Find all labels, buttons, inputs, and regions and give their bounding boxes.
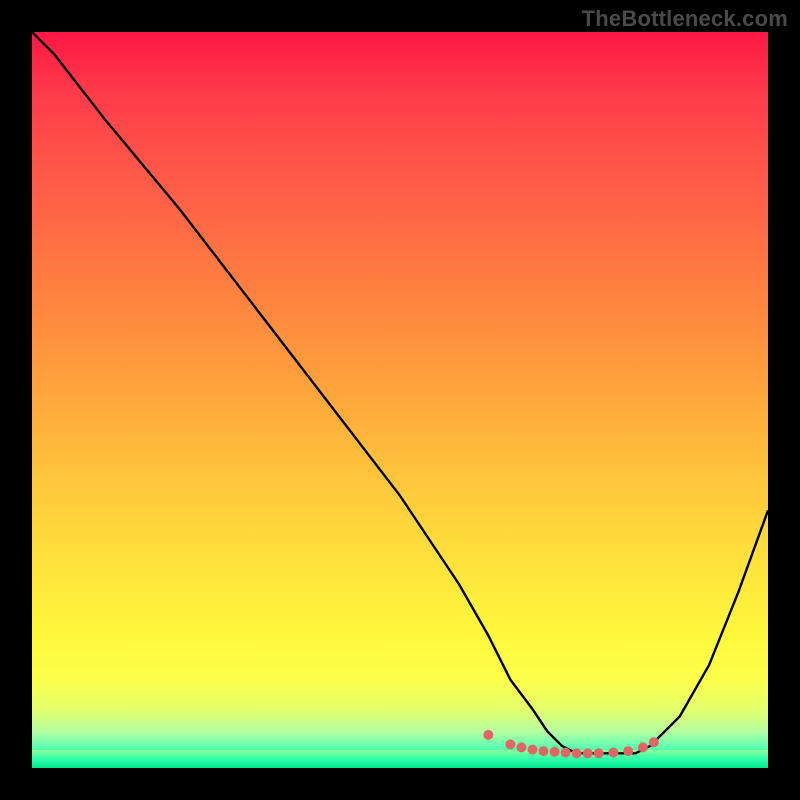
- trough-marker: [638, 742, 648, 752]
- trough-marker: [505, 739, 515, 749]
- trough-marker: [594, 748, 604, 758]
- trough-marker: [572, 748, 582, 758]
- trough-marker: [528, 745, 538, 755]
- trough-marker: [608, 748, 618, 758]
- bottleneck-curve: [32, 32, 768, 753]
- trough-marker: [649, 737, 659, 747]
- trough-marker: [483, 730, 493, 740]
- trough-marker: [583, 748, 593, 758]
- trough-marker: [539, 746, 549, 756]
- trough-marker: [550, 747, 560, 757]
- plot-area: [32, 32, 768, 768]
- chart-svg: [32, 32, 768, 768]
- trough-marker: [516, 742, 526, 752]
- chart-frame: TheBottleneck.com: [0, 0, 800, 800]
- trough-marker: [623, 746, 633, 756]
- trough-marker: [561, 748, 571, 758]
- watermark-text: TheBottleneck.com: [582, 6, 788, 32]
